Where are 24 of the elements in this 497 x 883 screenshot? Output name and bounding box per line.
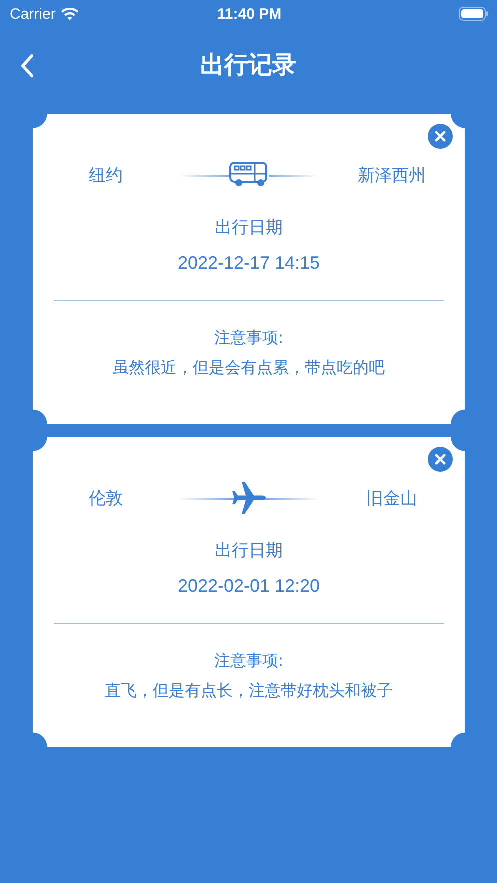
battery-icon xyxy=(459,7,489,21)
page-title: 出行记录 xyxy=(200,50,296,81)
close-icon xyxy=(435,131,446,142)
close-button[interactable] xyxy=(428,447,453,472)
close-icon xyxy=(435,454,446,465)
notes-text: 直飞，但是有点长，注意带好枕头和被子 xyxy=(105,681,393,702)
trip-date: 2022-12-17 14:15 xyxy=(178,253,320,274)
carrier-label: Carrier xyxy=(10,6,56,22)
close-button[interactable] xyxy=(428,124,453,149)
date-label: 出行日期 xyxy=(215,217,283,239)
notes-label: 注意事项: xyxy=(214,651,284,672)
notes-label: 注意事项: xyxy=(214,328,284,349)
notes-text: 虽然很近，但是会有点累，带点吃的吧 xyxy=(113,358,385,379)
destination-city: 旧金山 xyxy=(366,488,418,510)
origin-city: 纽约 xyxy=(89,164,123,186)
back-chevron-icon xyxy=(20,54,34,78)
destination-city: 新泽西州 xyxy=(358,164,426,186)
trip-date: 2022-02-01 12:20 xyxy=(178,576,320,597)
status-time: 11:40 PM xyxy=(217,6,282,22)
wifi-icon xyxy=(60,8,79,20)
origin-city: 伦敦 xyxy=(89,488,123,510)
bus-icon xyxy=(229,161,269,189)
airplane-icon xyxy=(230,480,268,516)
date-label: 出行日期 xyxy=(215,540,283,562)
